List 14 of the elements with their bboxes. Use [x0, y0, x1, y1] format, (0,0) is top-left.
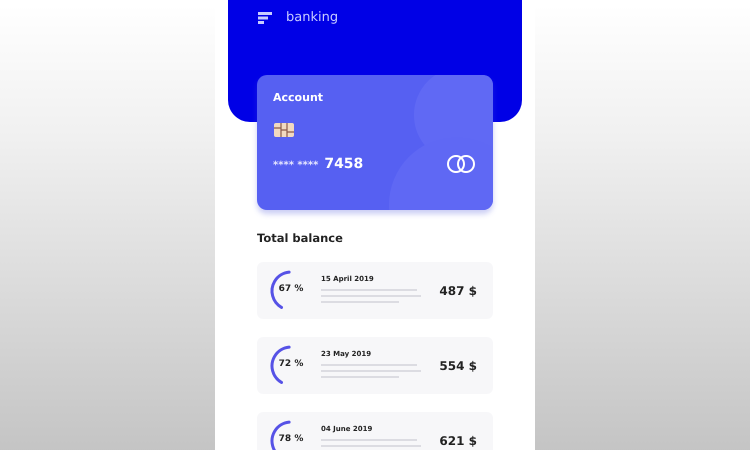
card-number: **** **** 7458 — [273, 156, 364, 172]
logo-icon — [258, 12, 272, 24]
transaction-amount: 621 $ — [439, 434, 477, 448]
transaction-amount: 554 $ — [439, 358, 477, 372]
percent-label: 78 % — [278, 434, 304, 444]
app-name: banking — [286, 10, 338, 25]
card-title: Account — [273, 91, 324, 104]
chip-icon — [273, 122, 295, 138]
percent-label: 67 % — [278, 284, 304, 294]
transaction-amount: 487 $ — [439, 284, 477, 298]
card-brand-icon — [445, 154, 477, 174]
bank-card[interactable]: Account **** **** 7458 — [257, 75, 493, 210]
section-title: Total balance — [257, 231, 344, 245]
percent-label: 72 % — [278, 358, 304, 368]
